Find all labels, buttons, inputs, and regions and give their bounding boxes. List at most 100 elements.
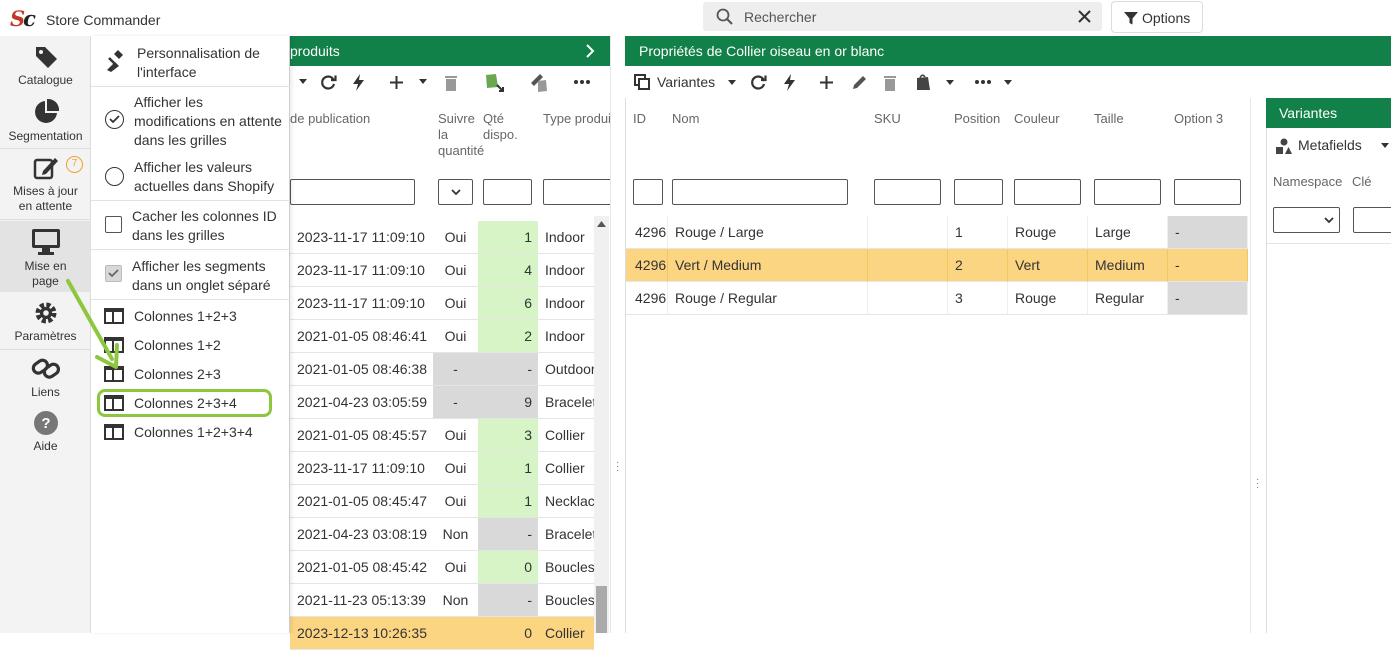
cell-track-qty[interactable]: Oui: [433, 254, 478, 287]
cell-qty[interactable]: 1: [478, 452, 538, 485]
cell-name[interactable]: Vert / Medium: [668, 249, 868, 282]
cell-option3[interactable]: -: [1168, 249, 1248, 282]
cell-type[interactable]: Indoor: [538, 254, 594, 287]
filter-color[interactable]: [1014, 179, 1081, 205]
splitter[interactable]: · · ·: [1250, 98, 1265, 633]
filter-key[interactable]: [1353, 207, 1391, 233]
filter-size[interactable]: [1094, 179, 1161, 205]
filter-option3[interactable]: [1174, 179, 1241, 205]
splitter[interactable]: · · ·: [610, 36, 625, 633]
cell-option3[interactable]: -: [1168, 282, 1248, 315]
cell-type[interactable]: Necklace: [538, 485, 594, 518]
col-header-key[interactable]: Clé: [1352, 174, 1372, 190]
sidebar-item-catalogue[interactable]: Catalogue: [0, 44, 91, 92]
cell-type[interactable]: Bracelet: [538, 386, 594, 419]
col-header-qty[interactable]: Qté dispo.: [483, 111, 523, 143]
cell-type[interactable]: Indoor: [538, 221, 594, 254]
cell-sku[interactable]: [868, 216, 948, 249]
trash-icon[interactable]: [444, 74, 458, 91]
cell-track-qty[interactable]: Oui: [433, 320, 478, 353]
col-header-type[interactable]: Type produit: [543, 111, 613, 127]
filter-sku[interactable]: [874, 179, 941, 205]
cell-type[interactable]: Boucles: [538, 551, 594, 584]
cell-qty[interactable]: 1: [478, 221, 538, 254]
shopify-sync-icon[interactable]: [483, 71, 505, 93]
col-header-namespace[interactable]: Namespace: [1273, 174, 1342, 190]
caret-down-icon[interactable]: [946, 80, 954, 86]
filter-qty[interactable]: [483, 179, 532, 205]
col-header-option3[interactable]: Option 3: [1174, 111, 1223, 127]
cell-track-qty[interactable]: Oui: [433, 287, 478, 320]
cell-track-qty[interactable]: -: [433, 386, 478, 419]
shopify-edit-icon[interactable]: [527, 71, 549, 93]
cell-position[interactable]: 1: [948, 216, 1008, 249]
cell-track-qty[interactable]: Non: [433, 518, 478, 551]
cell-qty[interactable]: -: [478, 353, 538, 386]
caret-down-icon[interactable]: [1381, 143, 1389, 149]
col-header-publish-date[interactable]: de publication: [290, 111, 370, 127]
pencil-icon[interactable]: [851, 74, 868, 91]
cell-type[interactable]: Indoor: [538, 320, 594, 353]
cell-qty[interactable]: 3: [478, 419, 538, 452]
col-header-id[interactable]: ID: [633, 111, 646, 127]
filter-type[interactable]: [543, 179, 613, 205]
add-icon[interactable]: [389, 75, 404, 90]
cell-publish-date[interactable]: 2021-01-05 08:45:47: [290, 485, 433, 518]
more-icon[interactable]: [975, 80, 991, 84]
clear-search-icon[interactable]: [1078, 10, 1091, 23]
cell-id[interactable]: 4296: [626, 282, 668, 315]
cell-size[interactable]: Large: [1088, 216, 1168, 249]
trash-icon[interactable]: [883, 74, 897, 91]
cell-publish-date[interactable]: 2023-11-17 11:09:10: [290, 452, 433, 485]
cell-qty[interactable]: -: [478, 518, 538, 551]
cell-publish-date[interactable]: 2023-12-13 10:26:35: [290, 617, 433, 650]
menu-item-show-current[interactable]: Afficher les valeurs actuelles dans Shop…: [91, 153, 290, 199]
cell-id[interactable]: 4296: [626, 216, 668, 249]
cell-publish-date[interactable]: 2021-04-23 03:05:59: [290, 386, 433, 419]
cell-track-qty[interactable]: Non: [433, 584, 478, 617]
cell-publish-date[interactable]: 2021-01-05 08:46:38: [290, 353, 433, 386]
col-header-size[interactable]: Taille: [1094, 111, 1124, 127]
cell-position[interactable]: 3: [948, 282, 1008, 315]
cell-track-qty[interactable]: -: [433, 353, 478, 386]
add-icon[interactable]: [819, 75, 834, 90]
cell-track-qty[interactable]: Oui: [433, 551, 478, 584]
cell-publish-date[interactable]: 2021-01-05 08:46:41: [290, 320, 433, 353]
products-scrollbar[interactable]: [594, 216, 609, 633]
cell-publish-date[interactable]: 2023-11-17 11:09:10: [290, 221, 433, 254]
col-header-sku[interactable]: SKU: [874, 111, 901, 127]
menu-item-customize[interactable]: Personnalisation de l'interface: [91, 36, 290, 86]
cell-name[interactable]: Rouge / Regular: [668, 282, 868, 315]
filter-track-select[interactable]: [438, 179, 473, 205]
cell-type[interactable]: Indoor: [538, 287, 594, 320]
cell-publish-date[interactable]: 2021-01-05 08:45:42: [290, 551, 433, 584]
cell-color[interactable]: Rouge: [1008, 282, 1088, 315]
cell-size[interactable]: Regular: [1088, 282, 1168, 315]
cell-type[interactable]: Boucles: [538, 584, 594, 617]
lightning-icon[interactable]: [783, 74, 796, 91]
cell-type[interactable]: Bracelet: [538, 518, 594, 551]
scroll-up-icon[interactable]: [597, 221, 606, 227]
menu-item-show-pending[interactable]: Afficher les modifications en attente da…: [91, 87, 290, 151]
metafields-dropdown[interactable]: Metafields: [1298, 137, 1362, 153]
cell-track-qty[interactable]: Oui: [433, 485, 478, 518]
cell-qty[interactable]: 9: [478, 386, 538, 419]
search-box[interactable]: Rechercher: [703, 2, 1102, 31]
col-header-track-qty[interactable]: Suivre la quantité: [438, 111, 484, 159]
more-icon[interactable]: [574, 80, 590, 84]
filter-position[interactable]: [954, 179, 1003, 205]
cell-name[interactable]: Rouge / Large: [668, 216, 868, 249]
caret-down-icon[interactable]: [728, 80, 736, 86]
col-header-position[interactable]: Position: [954, 111, 1000, 127]
cell-sku[interactable]: [868, 249, 948, 282]
cell-qty[interactable]: 0: [478, 551, 538, 584]
search-input[interactable]: Rechercher: [744, 9, 816, 25]
menu-item-hide-id[interactable]: Cacher les colonnes ID dans les grilles: [91, 201, 290, 247]
filter-name[interactable]: [672, 179, 848, 205]
caret-down-icon[interactable]: [419, 79, 427, 85]
chevron-right-icon[interactable]: [585, 44, 595, 58]
caret-down-icon[interactable]: [299, 79, 307, 85]
cell-id[interactable]: 4296: [626, 249, 668, 282]
cell-qty[interactable]: 1: [478, 485, 538, 518]
scrollbar-thumb[interactable]: [596, 586, 607, 633]
